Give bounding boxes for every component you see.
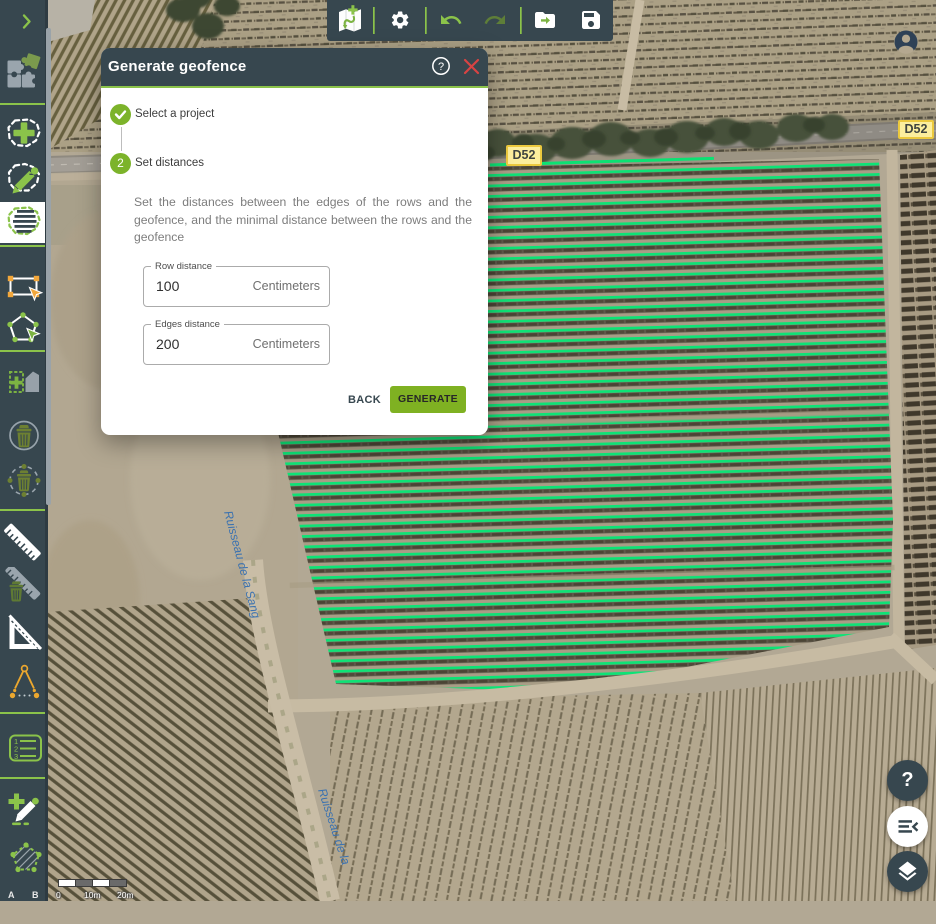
- svg-text:A: A: [8, 890, 15, 900]
- svg-text:3: 3: [14, 752, 18, 761]
- svg-text:?: ?: [438, 61, 444, 73]
- svg-text:B: B: [32, 890, 39, 900]
